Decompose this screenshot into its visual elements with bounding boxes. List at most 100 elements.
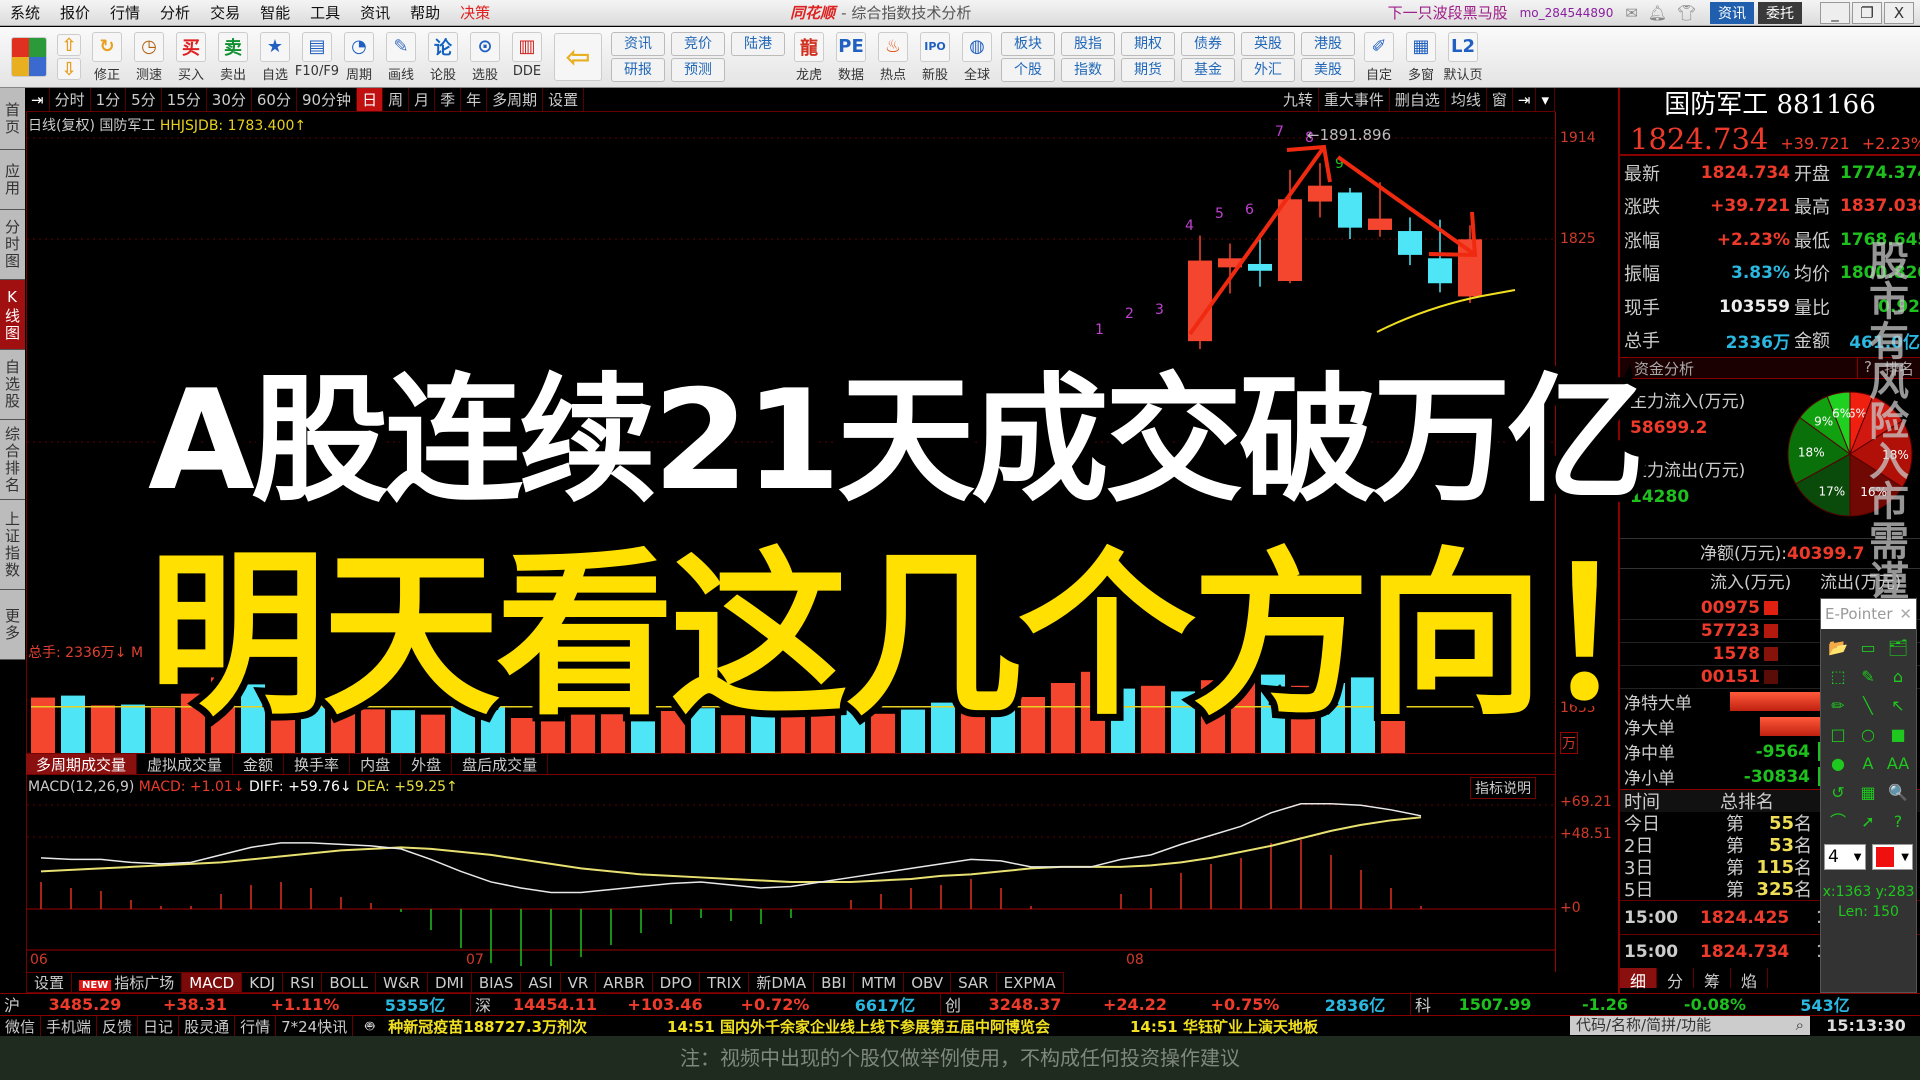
period-tab[interactable]: 年 <box>461 88 488 111</box>
chart-option-button[interactable]: 重大事件 <box>1319 88 1390 111</box>
indicator-tab[interactable]: 新DMA <box>749 972 815 993</box>
toolbar-text-button[interactable]: 港股 <box>1301 32 1355 56</box>
drawing-tool-icon[interactable]: ■ <box>1883 720 1913 749</box>
drawing-tool-icon[interactable]: 🔍 <box>1883 778 1913 807</box>
bell-icon[interactable]: 🔔︎ <box>1648 4 1667 22</box>
menu-item[interactable]: 工具 <box>300 2 350 23</box>
menu-item-decision[interactable]: 决策 <box>450 2 500 23</box>
volume-tab[interactable]: 换手率 <box>284 754 351 774</box>
period-tab[interactable]: 多周期 <box>487 88 544 111</box>
close-icon[interactable]: ✕ <box>1899 599 1912 629</box>
drawing-tool-icon[interactable]: AA <box>1883 749 1913 778</box>
toolbar-button[interactable]: ◔ 周期 <box>342 31 376 83</box>
ticker-tab[interactable]: 7*24快讯 <box>276 1015 354 1037</box>
volume-tab[interactable]: 内盘 <box>350 754 402 774</box>
toolbar-button[interactable]: L2 默认页 <box>1444 31 1483 83</box>
drawing-tool-icon[interactable]: ➚ <box>1853 807 1883 836</box>
toolbar-button[interactable]: 龍龙虎 <box>792 31 826 83</box>
chart-option-button[interactable]: 均线 <box>1446 88 1487 111</box>
news-item[interactable]: 14:51 华钰矿业上演天地板 <box>1130 1016 1318 1037</box>
indicator-settings-tab[interactable]: 设置 <box>26 972 73 993</box>
period-tab[interactable]: 30分 <box>207 88 252 111</box>
period-tab[interactable]: 周 <box>383 88 410 111</box>
toolbar-text-button[interactable]: 股指 <box>1061 32 1115 56</box>
drawing-tool-icon[interactable]: ● <box>1823 749 1853 778</box>
news-item[interactable]: 种新冠疫苗188727.3万剂次 <box>388 1016 587 1037</box>
toolbar-text-button[interactable]: 陆港 <box>731 32 785 56</box>
indicator-tab[interactable]: EXPMA <box>996 972 1064 993</box>
indicator-tab[interactable]: BOLL <box>322 972 376 993</box>
ticker-tab[interactable]: 日记 <box>138 1015 180 1037</box>
indicator-tab[interactable]: TRIX <box>700 972 750 993</box>
ticker-tab[interactable]: 股灵通 <box>179 1015 236 1037</box>
search-icon[interactable]: ⌕ <box>1796 1016 1804 1035</box>
toolbar-text-button[interactable]: 美股 <box>1301 58 1355 82</box>
toolbar-text-button[interactable]: 外汇 <box>1241 58 1295 82</box>
trade-button[interactable]: 委托 <box>1758 1 1802 24</box>
period-tab[interactable]: 5分 <box>126 88 162 111</box>
chart-option-button[interactable]: 九转 <box>1278 88 1319 111</box>
period-tab[interactable]: 90分钟 <box>297 88 358 111</box>
back-button[interactable]: ⇦ <box>552 33 604 81</box>
ticker-tab[interactable]: 行情 <box>235 1015 277 1037</box>
indicator-tab[interactable]: VR <box>560 972 597 993</box>
drawing-tool-icon[interactable]: ↖ <box>1883 691 1913 720</box>
drawing-tool-icon[interactable]: A <box>1853 749 1883 778</box>
left-tab[interactable]: 上证指数 <box>0 500 25 590</box>
toolbar-button[interactable]: ♨ 热点 <box>876 31 910 83</box>
left-tab[interactable]: 应用 <box>0 150 25 210</box>
left-tab[interactable]: K线图 <box>0 280 25 350</box>
layout-button[interactable] <box>10 37 48 77</box>
restore-button[interactable]: ❐ <box>1852 1 1882 24</box>
user-id[interactable]: mo_284544890 <box>1520 6 1614 20</box>
expand-icon[interactable]: ⇥ <box>1513 88 1537 111</box>
search-input[interactable]: 代码/名称/简拼/功能 ⌕ <box>1570 1016 1810 1035</box>
drawing-tool-icon[interactable]: ↺ <box>1823 778 1853 807</box>
toolbar-text-button[interactable]: 研报 <box>611 58 665 82</box>
toolbar-text-button[interactable]: 英股 <box>1241 32 1295 56</box>
menu-item[interactable]: 系统 <box>0 2 50 23</box>
toolbar-button[interactable]: ✎ 画线 <box>384 31 418 83</box>
menu-item[interactable]: 分析 <box>150 2 200 23</box>
toolbar-button[interactable]: ✐ 自定 <box>1362 31 1396 83</box>
drawing-tool-icon[interactable]: ⌂ <box>1883 662 1913 691</box>
period-tab[interactable]: 15分 <box>162 88 207 111</box>
left-tab[interactable]: 综合排名 <box>0 420 25 500</box>
panel-tab[interactable]: 分 <box>1657 968 1695 991</box>
mail-icon[interactable]: ✉ <box>1625 4 1638 22</box>
indicator-tab[interactable]: MTM <box>854 972 905 993</box>
volume-tab[interactable]: 外盘 <box>401 754 453 774</box>
drawing-tool-icon[interactable]: ⬚ <box>1823 662 1853 691</box>
indicator-tab[interactable]: SAR <box>951 972 997 993</box>
volume-tab[interactable]: 多周期成交量 <box>26 754 138 774</box>
index-name[interactable]: 创 <box>940 992 970 1016</box>
toolbar-button[interactable]: ▥ DDE <box>510 31 544 83</box>
toolbar-text-button[interactable]: 期货 <box>1121 58 1175 82</box>
drawing-tool-icon[interactable]: ✎ <box>1853 662 1883 691</box>
indicator-tab[interactable]: OBV <box>904 972 952 993</box>
left-tab[interactable]: 更多 <box>0 590 25 660</box>
indicator-tab[interactable]: MACD <box>182 972 243 993</box>
minimize-button[interactable]: _ <box>1820 1 1850 24</box>
drawing-tool-icon[interactable]: ✏ <box>1823 691 1853 720</box>
menu-item[interactable]: 报价 <box>50 2 100 23</box>
panel-tab[interactable]: 细 <box>1620 968 1658 991</box>
menu-item[interactable]: 行情 <box>100 2 150 23</box>
drawing-tool-icon[interactable]: ▦ <box>1853 778 1883 807</box>
left-tab[interactable]: 首页 <box>0 88 25 150</box>
arrow-down-icon[interactable]: ⇩ <box>57 58 81 80</box>
toolbar-button[interactable]: 论论股 <box>426 31 460 83</box>
drawing-tool-icon[interactable]: ? <box>1883 807 1913 836</box>
period-tab[interactable]: 60分 <box>252 88 297 111</box>
menu-item[interactable]: 资讯 <box>350 2 400 23</box>
news-button[interactable]: 资讯 <box>1710 1 1754 24</box>
menu-item[interactable]: 智能 <box>250 2 300 23</box>
volume-tab[interactable]: 虚拟成交量 <box>137 754 234 774</box>
indicator-tab[interactable]: KDJ <box>242 972 284 993</box>
indicator-tab[interactable]: ASI <box>521 972 561 993</box>
left-tab[interactable]: 自选股 <box>0 350 25 420</box>
indicator-tab[interactable]: ARBR <box>596 972 653 993</box>
indicator-tab[interactable]: BBI <box>814 972 855 993</box>
close-button[interactable]: X <box>1884 1 1914 24</box>
period-tab[interactable]: 月 <box>409 88 436 111</box>
